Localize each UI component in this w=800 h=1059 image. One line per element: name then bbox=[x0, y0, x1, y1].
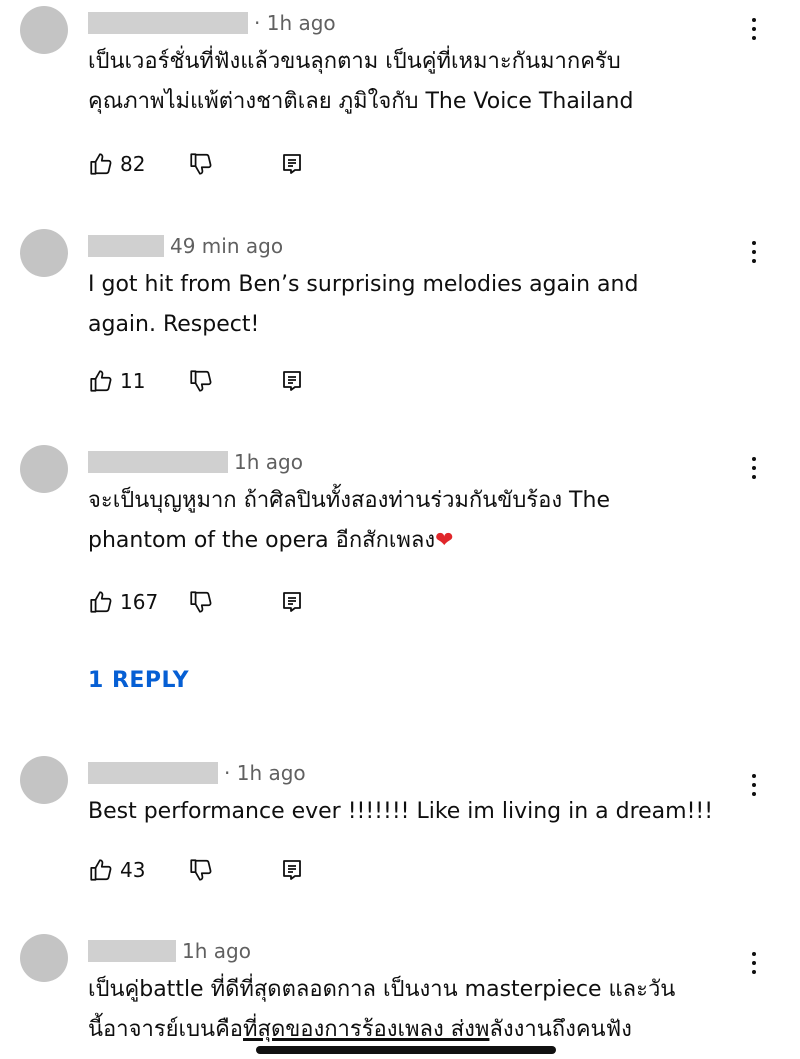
more-vertical-icon[interactable] bbox=[744, 12, 764, 46]
comment-header: 49 min ago bbox=[88, 229, 283, 263]
comment-text: เป็นเวอร์ชั่นที่ฟังแล้วขนลุกตาม เป็นคู่ท… bbox=[88, 49, 634, 114]
like-button[interactable]: 43 bbox=[88, 857, 188, 883]
thumb-down-icon bbox=[188, 368, 214, 394]
comment-header: · 1h ago bbox=[88, 756, 306, 790]
thumb-up-icon bbox=[88, 589, 114, 615]
author-name-redacted[interactable] bbox=[88, 235, 164, 257]
like-count: 167 bbox=[120, 590, 159, 614]
comment-header: 1h ago bbox=[88, 934, 251, 968]
like-count: 11 bbox=[120, 369, 146, 393]
thumb-up-icon bbox=[88, 857, 114, 883]
comment-actions: 82 bbox=[88, 149, 304, 179]
like-count: 43 bbox=[120, 858, 146, 882]
comment-actions: 167 bbox=[88, 587, 304, 617]
home-indicator bbox=[256, 1046, 556, 1054]
comment-text: จะเป็นบุญหูมาก ถ้าศิลปินทั้งสองท่านร่วมก… bbox=[88, 488, 610, 553]
author-name-redacted[interactable] bbox=[88, 762, 218, 784]
author-name-redacted[interactable] bbox=[88, 12, 248, 34]
more-vertical-icon[interactable] bbox=[744, 235, 764, 269]
author-name-redacted[interactable] bbox=[88, 940, 176, 962]
avatar[interactable] bbox=[20, 6, 68, 54]
comment-header: 1h ago bbox=[88, 445, 303, 479]
reply-comment-icon bbox=[280, 152, 304, 176]
like-button[interactable]: 82 bbox=[88, 151, 188, 177]
more-vertical-icon[interactable] bbox=[744, 946, 764, 980]
avatar[interactable] bbox=[20, 934, 68, 982]
dislike-button[interactable] bbox=[188, 857, 280, 883]
comment-text: เป็นคู่battle ที่ดีที่สุดตลอดกาล เป็นงาน… bbox=[88, 977, 676, 1042]
dislike-button[interactable] bbox=[188, 589, 280, 615]
dislike-button[interactable] bbox=[188, 368, 280, 394]
heart-emoji: ❤ bbox=[435, 528, 454, 553]
author-name-redacted[interactable] bbox=[88, 451, 228, 473]
avatar[interactable] bbox=[20, 229, 68, 277]
comment-actions: 43 bbox=[88, 855, 304, 885]
comment-timestamp: · 1h ago bbox=[254, 11, 336, 35]
reply-comment-icon bbox=[280, 858, 304, 882]
reply-button[interactable] bbox=[280, 590, 304, 614]
avatar[interactable] bbox=[20, 756, 68, 804]
reply-button[interactable] bbox=[280, 858, 304, 882]
reply-comment-icon bbox=[280, 590, 304, 614]
comment-timestamp: 1h ago bbox=[234, 450, 303, 474]
reply-comment-icon bbox=[280, 369, 304, 393]
thumb-down-icon bbox=[188, 589, 214, 615]
view-replies-link[interactable]: 1 REPLY bbox=[88, 668, 189, 693]
avatar[interactable] bbox=[20, 445, 68, 493]
comment-timestamp: 49 min ago bbox=[170, 234, 284, 258]
comment-header: · 1h ago bbox=[88, 6, 336, 40]
comment-text: Best performance ever !!!!!!! Like im li… bbox=[88, 799, 714, 824]
like-count: 82 bbox=[120, 152, 146, 176]
more-vertical-icon[interactable] bbox=[744, 768, 764, 802]
like-button[interactable]: 11 bbox=[88, 368, 188, 394]
thumb-up-icon bbox=[88, 151, 114, 177]
thumb-down-icon bbox=[188, 857, 214, 883]
comment-text: I got hit from Ben’s surprising melodies… bbox=[88, 272, 639, 337]
reply-button[interactable] bbox=[280, 369, 304, 393]
like-button[interactable]: 167 bbox=[88, 589, 188, 615]
reply-button[interactable] bbox=[280, 152, 304, 176]
thumb-down-icon bbox=[188, 151, 214, 177]
more-vertical-icon[interactable] bbox=[744, 451, 764, 485]
comment-timestamp: · 1h ago bbox=[224, 761, 306, 785]
comment-timestamp: 1h ago bbox=[182, 939, 251, 963]
comment-actions: 11 bbox=[88, 366, 304, 396]
dislike-button[interactable] bbox=[188, 151, 280, 177]
thumb-up-icon bbox=[88, 368, 114, 394]
